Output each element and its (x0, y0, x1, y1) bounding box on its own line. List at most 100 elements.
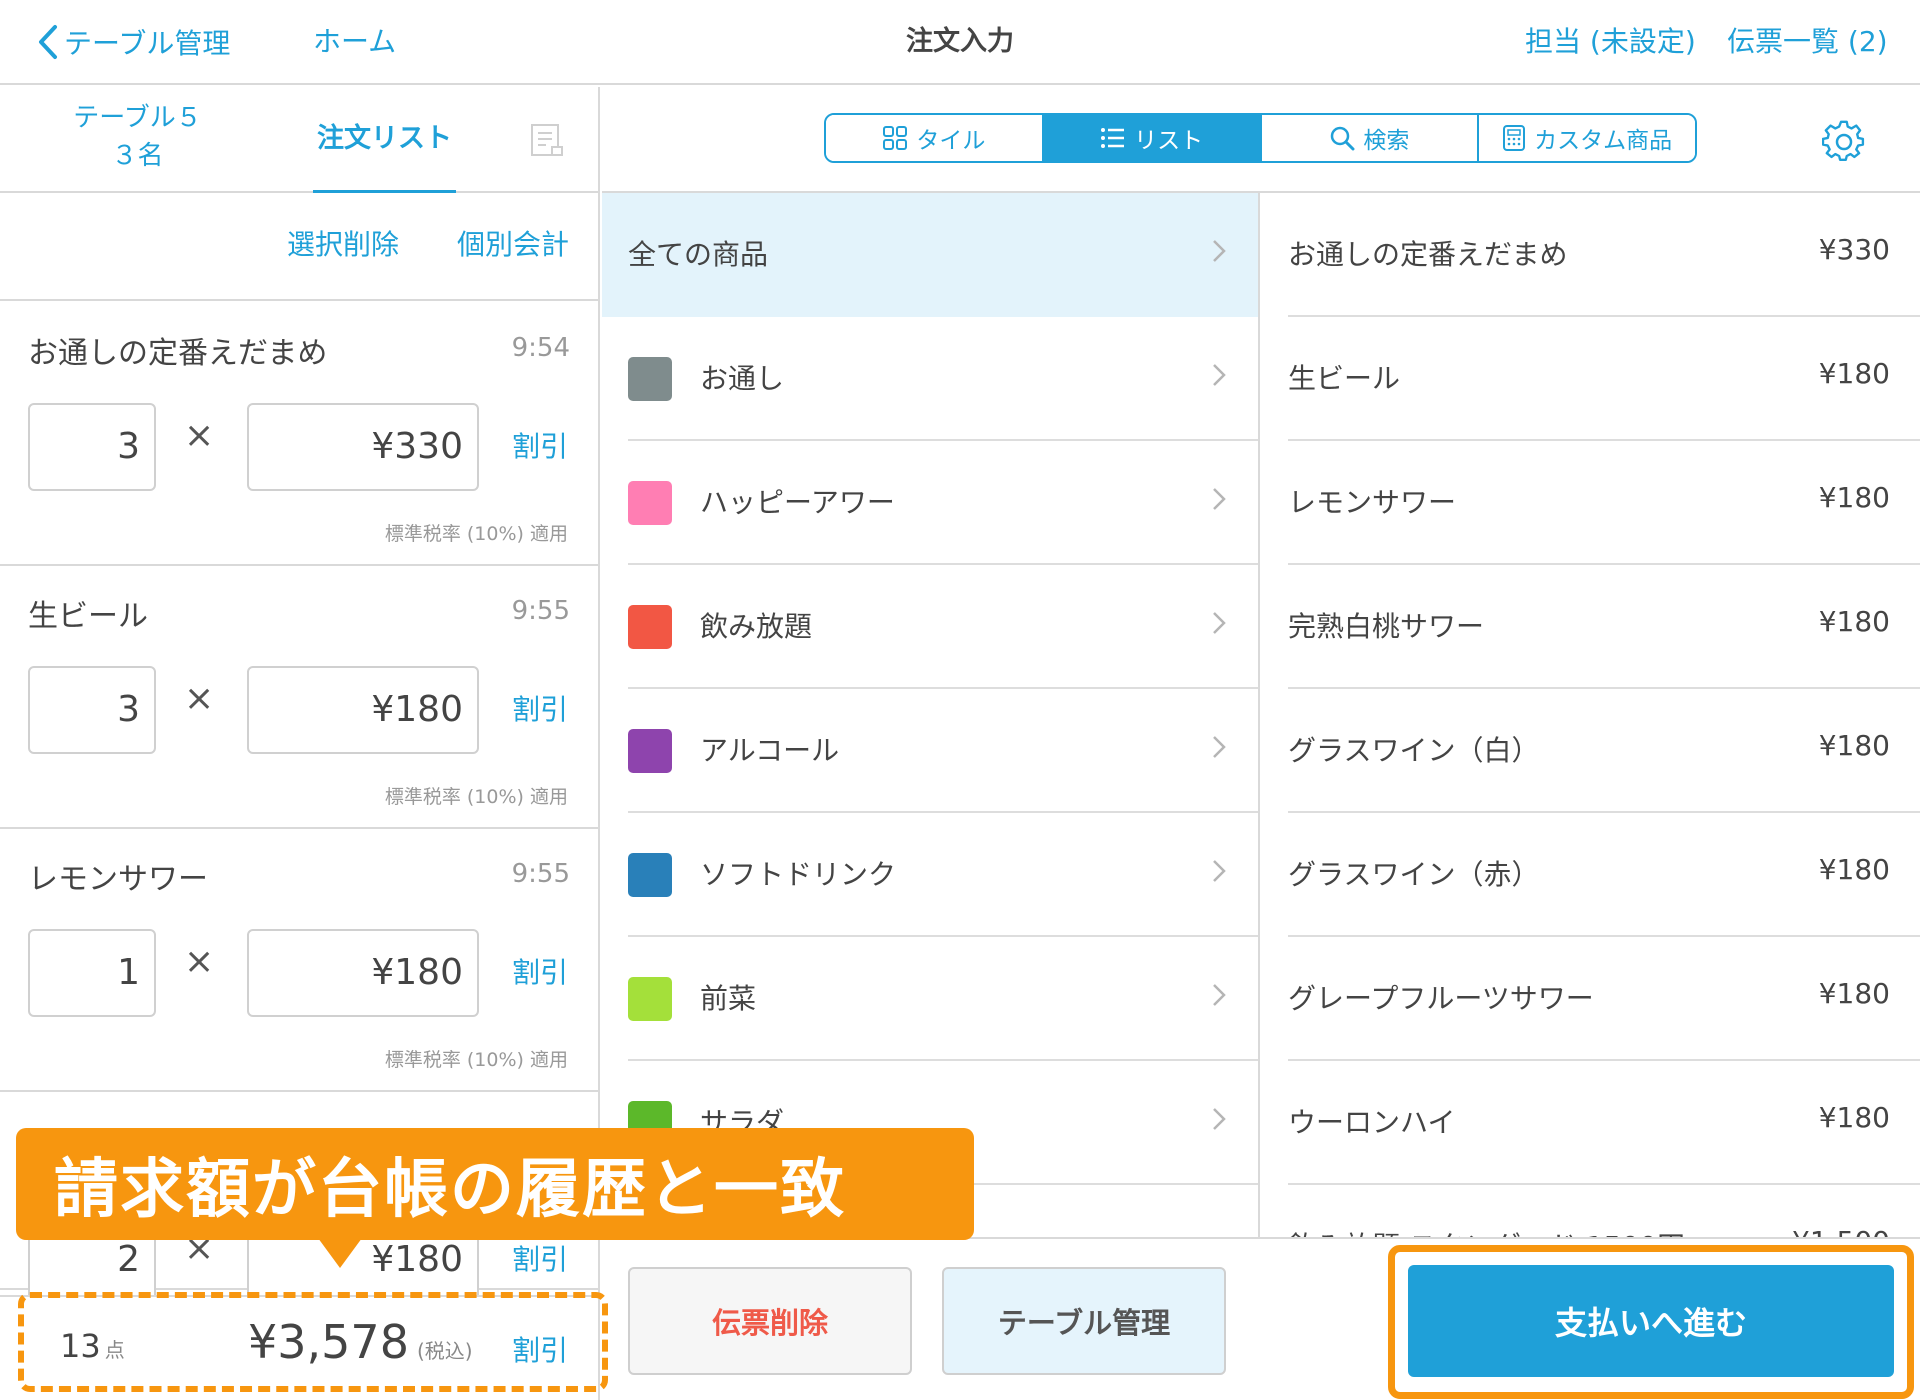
staff-selector-link[interactable]: 担当 (未設定) (1525, 20, 1696, 64)
chevron-right-icon (1213, 736, 1226, 758)
category-item[interactable]: ソフトドリンク (602, 813, 1258, 937)
chevron-right-icon (1213, 364, 1226, 386)
product-item[interactable]: ウーロンハイ ¥180 (1288, 1061, 1920, 1185)
calculator-icon (1503, 125, 1526, 151)
multiply-sign: × (184, 678, 215, 719)
total-discount-button[interactable]: 割引 (512, 1329, 568, 1369)
annotation-text: 請求額が台帳の履歴と一致 (54, 1153, 846, 1227)
category-item[interactable]: ハッピーアワー (602, 441, 1258, 565)
tab-list-view[interactable]: リスト (1043, 115, 1262, 161)
tab-table-info[interactable]: テーブル５ ３名 (60, 99, 215, 175)
guest-count: ３名 (111, 141, 164, 171)
tab-custom-item-label: カスタム商品 (1534, 128, 1673, 154)
quantity-field[interactable]: 3 (28, 403, 156, 491)
order-item-time: 9:55 (511, 596, 570, 626)
quantity-field[interactable]: 1 (28, 929, 156, 1017)
chevron-right-icon (1213, 612, 1226, 634)
product-item[interactable]: 完熟白桃サワー ¥180 (1288, 565, 1920, 689)
category-color-swatch (628, 977, 672, 1021)
receipt-icon[interactable] (530, 123, 564, 157)
product-name: グラスワイン（白） (1288, 734, 1540, 767)
tab-search-view[interactable]: 検索 (1261, 115, 1480, 161)
proceed-to-payment-button[interactable]: 支払いへ進む (1408, 1265, 1894, 1377)
category-label: アルコール (700, 734, 840, 767)
search-icon (1331, 126, 1355, 151)
chevron-left-icon (39, 25, 57, 59)
annotation-callout: 請求額が台帳の履歴と一致 (16, 1128, 974, 1240)
list-icon (1101, 128, 1125, 148)
category-item[interactable]: お通し (602, 317, 1258, 441)
order-item-name: お通しの定番えだまめ (28, 336, 328, 371)
item-discount-button[interactable]: 割引 (512, 951, 568, 991)
product-name: お通しの定番えだまめ (1288, 238, 1568, 271)
table-management-button[interactable]: テーブル管理 (942, 1267, 1226, 1375)
order-item-time: 9:55 (511, 859, 570, 889)
grid-icon (883, 126, 908, 150)
order-item-name: レモンサワー (28, 862, 208, 897)
order-item[interactable]: お通しの定番えだまめ 9:54 3 × ¥330 割引 標準税率 (10%) 適… (0, 303, 598, 566)
chevron-right-icon (1213, 860, 1226, 882)
product-name: ウーロンハイ (1288, 1106, 1456, 1139)
item-discount-button[interactable]: 割引 (512, 688, 568, 728)
category-label: 飲み放題 (700, 610, 813, 643)
bottom-action-bar: 伝票削除 テーブル管理 支払いへ進む (602, 1237, 1920, 1400)
order-item[interactable]: レモンサワー 9:55 1 × ¥180 割引 標準税率 (10%) 適用 (0, 829, 598, 1092)
top-navigation-bar: テーブル管理 ホーム 注文入力 担当 (未設定) 伝票一覧 (2) (0, 0, 1920, 85)
category-color-swatch (628, 481, 672, 525)
gear-icon[interactable] (1822, 120, 1866, 164)
product-item[interactable]: グラスワイン（赤） ¥180 (1288, 813, 1920, 937)
category-item[interactable]: 飲み放題 (602, 565, 1258, 689)
product-price: ¥330 (1818, 233, 1890, 266)
category-item[interactable]: 前菜 (602, 937, 1258, 1061)
product-name: 飲み放題 スタンダード 1500円 (1288, 1225, 1685, 1237)
product-name: レモンサワー (1288, 486, 1457, 519)
delete-selected-button[interactable]: 選択削除 (287, 223, 399, 263)
unit-price-field[interactable]: ¥180 (247, 666, 479, 754)
chevron-right-icon (1213, 1108, 1226, 1130)
tab-tile-view[interactable]: タイル (826, 115, 1044, 161)
product-price: ¥1,500 (1792, 1225, 1890, 1237)
order-total-bar: 13 点 ¥3,578 (税込) 割引 (0, 1295, 598, 1400)
product-price: ¥180 (1818, 853, 1890, 886)
product-price: ¥180 (1818, 605, 1890, 638)
chevron-right-icon (1213, 488, 1226, 510)
unit-price-field[interactable]: ¥330 (247, 403, 479, 491)
home-link[interactable]: ホーム (313, 20, 396, 64)
product-item[interactable]: 飲み放題 スタンダード 1500円 ¥1,500 (1288, 1185, 1920, 1237)
tax-rate-note: 標準税率 (10%) 適用 (384, 786, 568, 808)
back-to-table-management-link[interactable]: テーブル管理 (38, 20, 230, 64)
product-item[interactable]: グレープフルーツサワー ¥180 (1288, 937, 1920, 1061)
product-item[interactable]: お通しの定番えだまめ ¥330 (1288, 193, 1920, 317)
item-count: 13 点 (60, 1327, 125, 1365)
item-discount-button[interactable]: 割引 (512, 425, 568, 465)
order-item[interactable]: 生ビール 9:55 3 × ¥180 割引 標準税率 (10%) 適用 (0, 566, 598, 829)
category-item[interactable]: アルコール (602, 689, 1258, 813)
product-item[interactable]: レモンサワー ¥180 (1288, 441, 1920, 565)
order-item-name: 生ビール (28, 599, 148, 634)
slip-list-link[interactable]: 伝票一覧 (2) (1727, 20, 1888, 64)
category-label: 全ての商品 (628, 238, 769, 271)
multiply-sign: × (184, 941, 215, 982)
view-mode-switcher: タイル リスト 検索 カスタム商品 (824, 113, 1697, 163)
delete-slip-button[interactable]: 伝票削除 (628, 1267, 912, 1375)
product-item[interactable]: 生ビール ¥180 (1288, 317, 1920, 441)
tab-order-list[interactable]: 注文リスト (313, 87, 456, 193)
quantity-field[interactable]: 3 (28, 666, 156, 754)
category-label: ソフトドリンク (700, 858, 897, 891)
back-link-label: テーブル管理 (64, 27, 231, 60)
category-color-swatch (628, 729, 672, 773)
split-bill-button[interactable]: 個別会計 (457, 223, 569, 263)
unit-price-field[interactable]: ¥180 (247, 929, 479, 1017)
tab-custom-item-view[interactable]: カスタム商品 (1479, 115, 1695, 161)
product-price: ¥180 (1818, 481, 1890, 514)
annotation-pointer (318, 1238, 362, 1268)
category-label: ハッピーアワー (700, 486, 895, 519)
product-item[interactable]: グラスワイン（白） ¥180 (1288, 689, 1920, 813)
item-discount-button[interactable]: 割引 (512, 1238, 568, 1278)
product-name: グレープフルーツサワー (1288, 982, 1594, 1015)
tab-search-label: 検索 (1363, 128, 1410, 154)
order-panel-tabs: テーブル５ ３名 注文リスト (0, 87, 598, 193)
tax-rate-note: 標準税率 (10%) 適用 (384, 1049, 568, 1071)
product-price: ¥180 (1818, 729, 1890, 762)
category-item-all[interactable]: 全ての商品 (602, 193, 1258, 317)
